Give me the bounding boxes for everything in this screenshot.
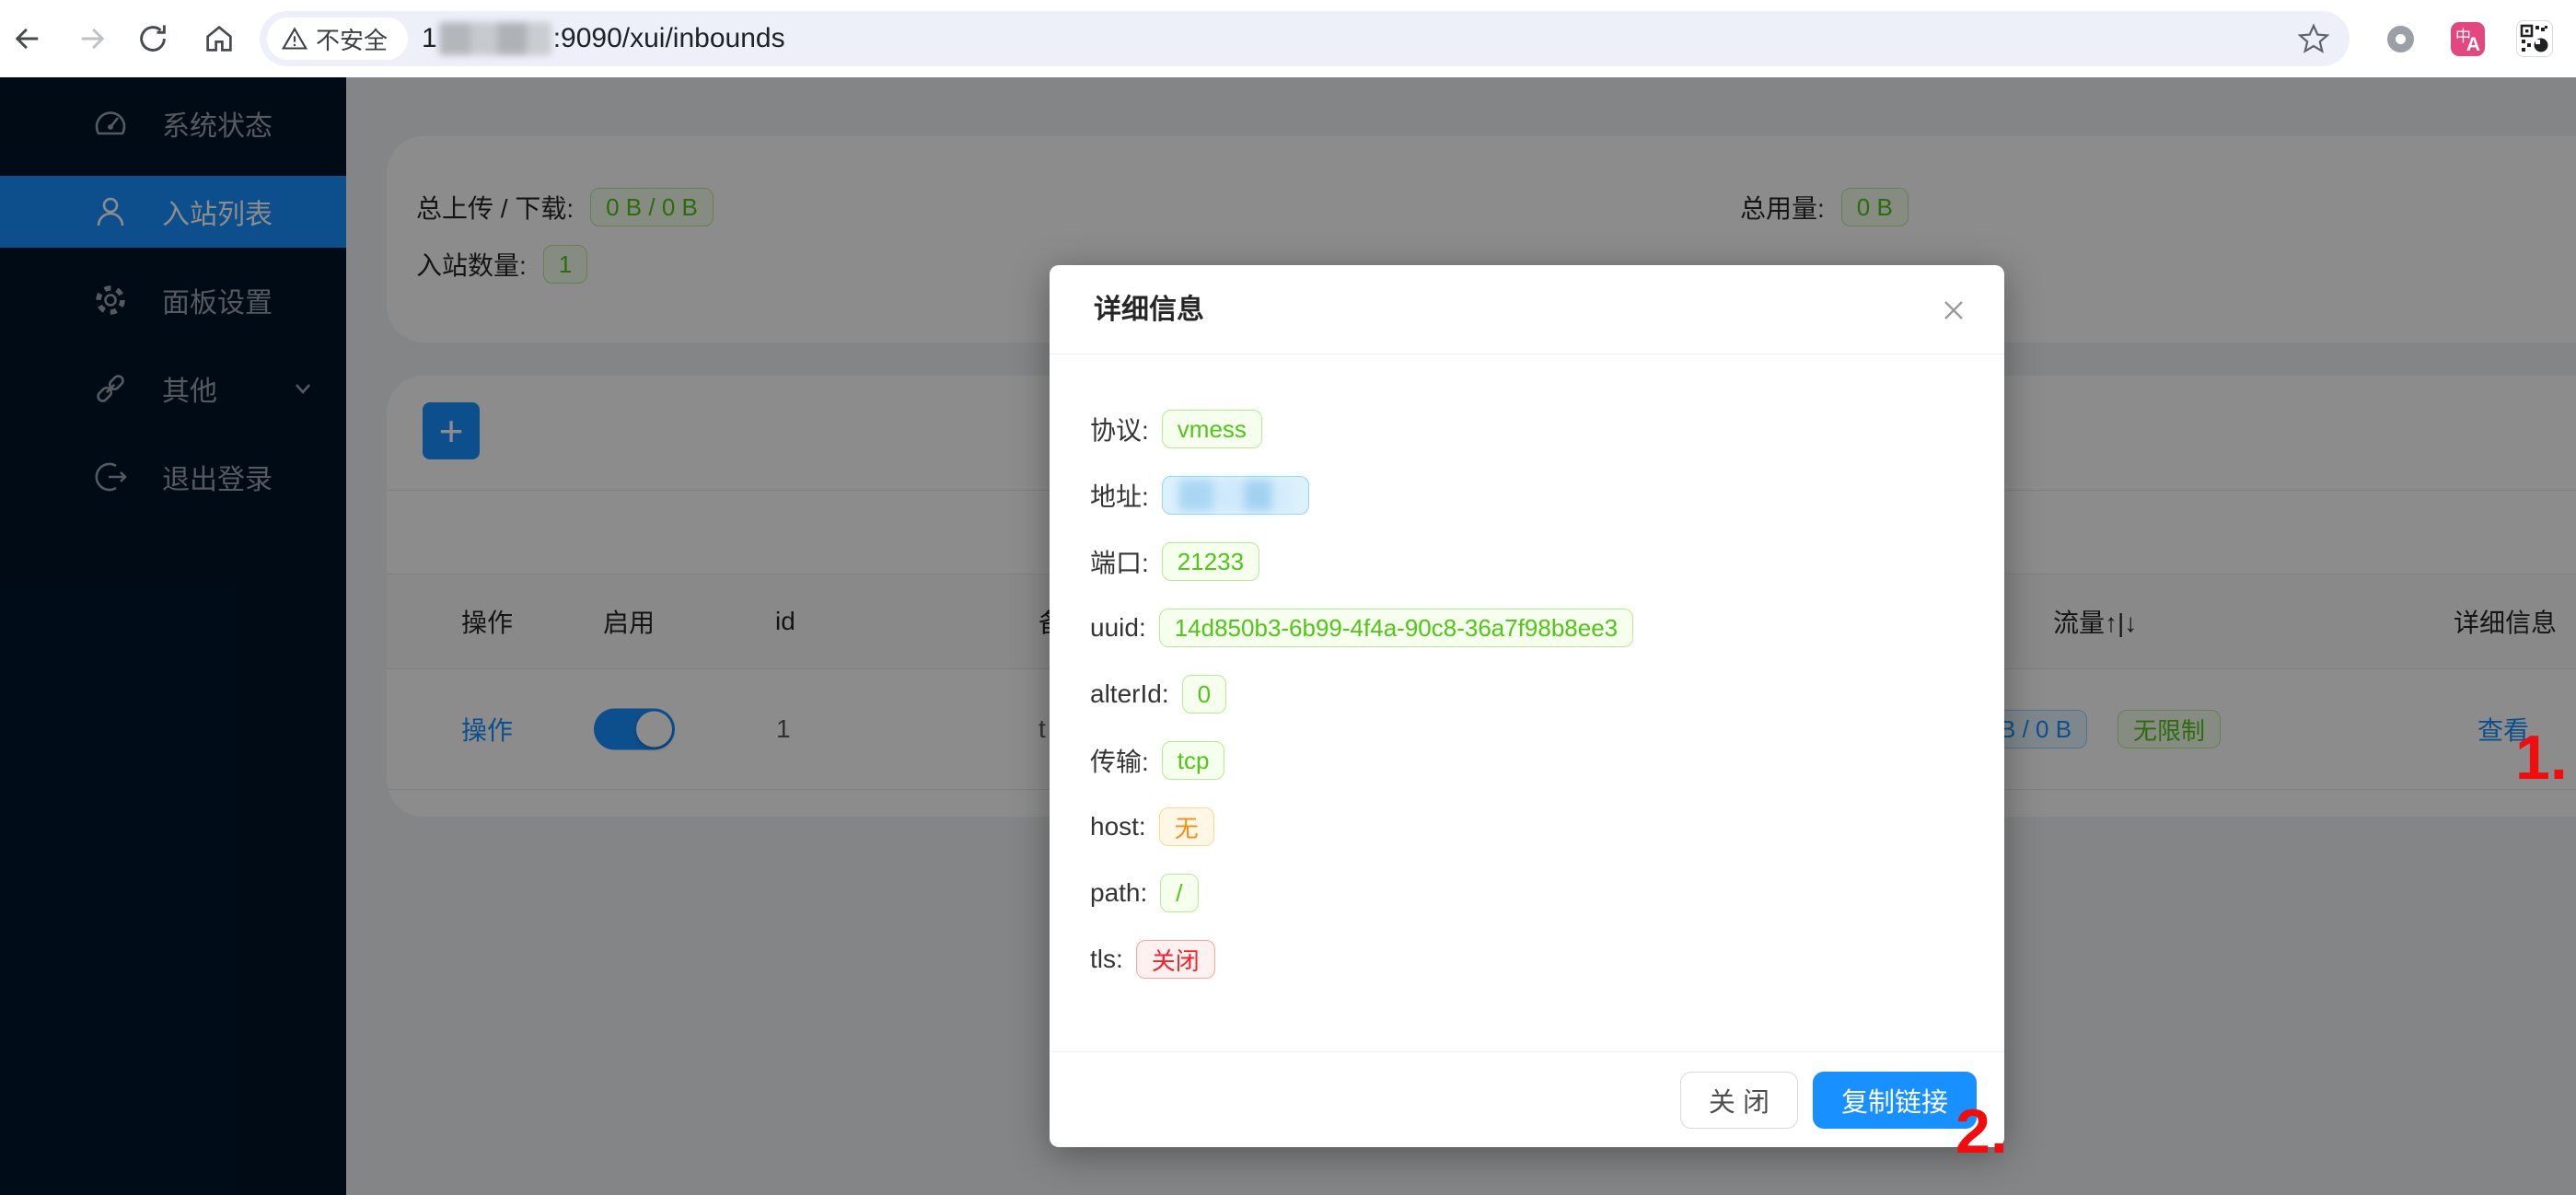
translate-extension-icon[interactable]: 中 A xyxy=(2451,22,2485,56)
tls-tag: 关闭 xyxy=(1136,940,1215,979)
page-content: 系统状态 入站列表 面板设置 其他 xyxy=(0,77,2576,1195)
annotation-step-1: 1. xyxy=(2515,722,2568,794)
warning-icon xyxy=(282,26,307,52)
protocol-tag: vmess xyxy=(1162,410,1262,448)
uuid-label: uuid: xyxy=(1090,613,1146,643)
modal-header: 详细信息 xyxy=(1050,265,2004,354)
protocol-label: 协议: xyxy=(1090,411,1149,447)
url-prefix: 1 xyxy=(422,23,437,54)
back-icon[interactable] xyxy=(11,22,44,55)
qr-extension-icon[interactable] xyxy=(2516,20,2553,57)
address-label: 地址: xyxy=(1090,477,1149,514)
tls-label: tls: xyxy=(1090,945,1123,974)
url-suffix: :9090/xui/inbounds xyxy=(553,23,785,54)
transport-label: 传输: xyxy=(1090,742,1149,779)
copy-link-button[interactable]: 复制链接 xyxy=(1813,1072,1977,1129)
annotation-step-2: 2. xyxy=(1955,1096,2008,1167)
browser-toolbar: 不安全 1 :9090/xui/inbounds 中 A xyxy=(0,0,2576,77)
screen: 不安全 1 :9090/xui/inbounds 中 A xyxy=(0,0,2576,1195)
bookmark-star-icon[interactable] xyxy=(2298,23,2329,54)
home-icon[interactable] xyxy=(203,22,236,55)
address-tag xyxy=(1162,476,1309,515)
uuid-tag: 14d850b3-6b99-4f4a-90c8-36a7f98b8ee3 xyxy=(1159,609,1633,647)
redacted-ip xyxy=(439,22,551,55)
modal-title: 详细信息 xyxy=(1094,265,1204,354)
close-icon[interactable] xyxy=(1938,295,1969,326)
close-button[interactable]: 关 闭 xyxy=(1680,1072,1798,1129)
host-tag: 无 xyxy=(1159,807,1214,846)
path-tag: / xyxy=(1160,874,1198,912)
transport-tag: tcp xyxy=(1162,741,1225,780)
extension-circle-icon[interactable] xyxy=(2387,26,2414,52)
modal-footer: 关 闭 复制链接 xyxy=(1050,1051,2004,1147)
host-label: host: xyxy=(1090,812,1146,841)
site-security-chip[interactable]: 不安全 xyxy=(267,17,408,60)
detail-modal: 详细信息 协议: vmess 地址: 端口: 21233 uuid: 14d850b3… xyxy=(1050,265,2004,1147)
port-label: 端口: xyxy=(1090,543,1149,580)
translate-a-glyph: A xyxy=(2466,34,2480,56)
alterid-tag: 0 xyxy=(1182,675,1226,714)
port-tag: 21233 xyxy=(1162,542,1259,581)
security-label: 不安全 xyxy=(316,22,388,56)
address-bar[interactable]: 不安全 1 :9090/xui/inbounds xyxy=(260,11,2350,66)
path-label: path: xyxy=(1090,878,1147,908)
modal-body: 协议: vmess 地址: 端口: 21233 uuid: 14d850b3-6b99… xyxy=(1090,354,1964,992)
reload-icon[interactable] xyxy=(136,22,169,55)
alterid-label: alterId: xyxy=(1090,679,1169,709)
redacted-address xyxy=(1178,480,1293,511)
url-text: 1 :9090/xui/inbounds xyxy=(422,22,785,55)
forward-icon[interactable] xyxy=(75,22,109,55)
